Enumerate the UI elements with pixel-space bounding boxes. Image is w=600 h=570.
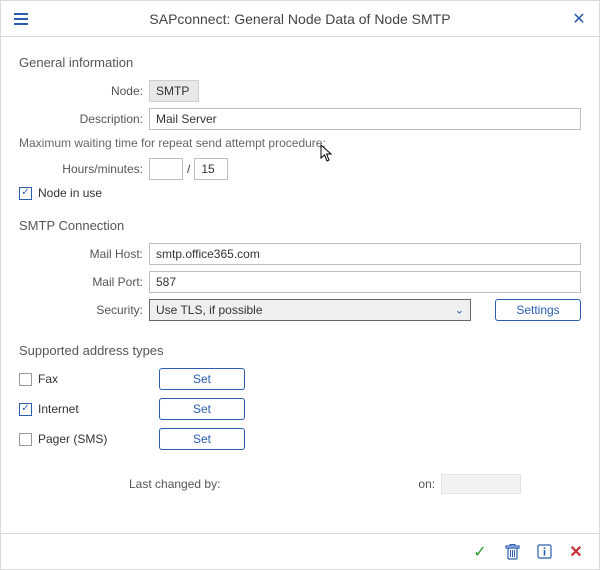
pager-checkbox[interactable]: [19, 433, 32, 446]
last-changed-on-label: on:: [418, 477, 435, 491]
node-in-use-checkbox[interactable]: [19, 187, 32, 200]
fax-checkbox[interactable]: [19, 373, 32, 386]
label-mail-port: Mail Port:: [19, 275, 149, 289]
node-field: SMTP: [149, 80, 199, 102]
label-security: Security:: [19, 303, 149, 317]
hm-separator: /: [187, 162, 190, 176]
address-row-pager: Pager (SMS) Set: [19, 428, 581, 450]
description-input[interactable]: [149, 108, 581, 130]
last-changed-on-value: [441, 474, 521, 494]
node-in-use-label: Node in use: [38, 186, 102, 200]
pager-set-button[interactable]: Set: [159, 428, 245, 450]
label-mail-host: Mail Host:: [19, 247, 149, 261]
footer-toolbar: ✓ ✕: [1, 533, 599, 569]
section-heading-address-types: Supported address types: [19, 343, 581, 358]
mail-port-input[interactable]: [149, 271, 581, 293]
dialog-body: General information Node: SMTP Descripti…: [1, 37, 599, 533]
fax-label: Fax: [38, 372, 58, 386]
menu-icon[interactable]: [9, 7, 33, 31]
last-changed-by-value: [248, 474, 358, 494]
security-select[interactable]: Use TLS, if possible ⌄: [149, 299, 471, 321]
label-hours-minutes: Hours/minutes:: [19, 162, 149, 176]
address-row-fax: Fax Set: [19, 368, 581, 390]
delete-icon[interactable]: [503, 543, 521, 561]
label-node: Node:: [19, 84, 149, 98]
accept-icon[interactable]: ✓: [471, 543, 489, 561]
info-icon[interactable]: [535, 543, 553, 561]
hours-input[interactable]: [149, 158, 183, 180]
window-title: SAPconnect: General Node Data of Node SM…: [33, 11, 567, 27]
minutes-input[interactable]: [194, 158, 228, 180]
pager-label: Pager (SMS): [38, 432, 107, 446]
last-changed-by-label: Last changed by:: [129, 477, 220, 491]
chevron-down-icon: ⌄: [455, 304, 464, 317]
security-selected-value: Use TLS, if possible: [156, 303, 263, 317]
address-row-internet: Internet Set: [19, 398, 581, 420]
wait-note: Maximum waiting time for repeat send att…: [19, 136, 581, 150]
cancel-icon[interactable]: ✕: [567, 543, 585, 561]
internet-set-button[interactable]: Set: [159, 398, 245, 420]
title-bar: SAPconnect: General Node Data of Node SM…: [1, 1, 599, 37]
label-description: Description:: [19, 112, 149, 126]
close-icon[interactable]: ✕: [567, 7, 591, 31]
section-heading-smtp: SMTP Connection: [19, 218, 581, 233]
section-heading-general: General information: [19, 55, 581, 70]
mail-host-input[interactable]: [149, 243, 581, 265]
internet-checkbox[interactable]: [19, 403, 32, 416]
last-changed-row: Last changed by: on:: [19, 474, 581, 494]
fax-set-button[interactable]: Set: [159, 368, 245, 390]
settings-button[interactable]: Settings: [495, 299, 581, 321]
dialog-window: SAPconnect: General Node Data of Node SM…: [0, 0, 600, 570]
internet-label: Internet: [38, 402, 79, 416]
